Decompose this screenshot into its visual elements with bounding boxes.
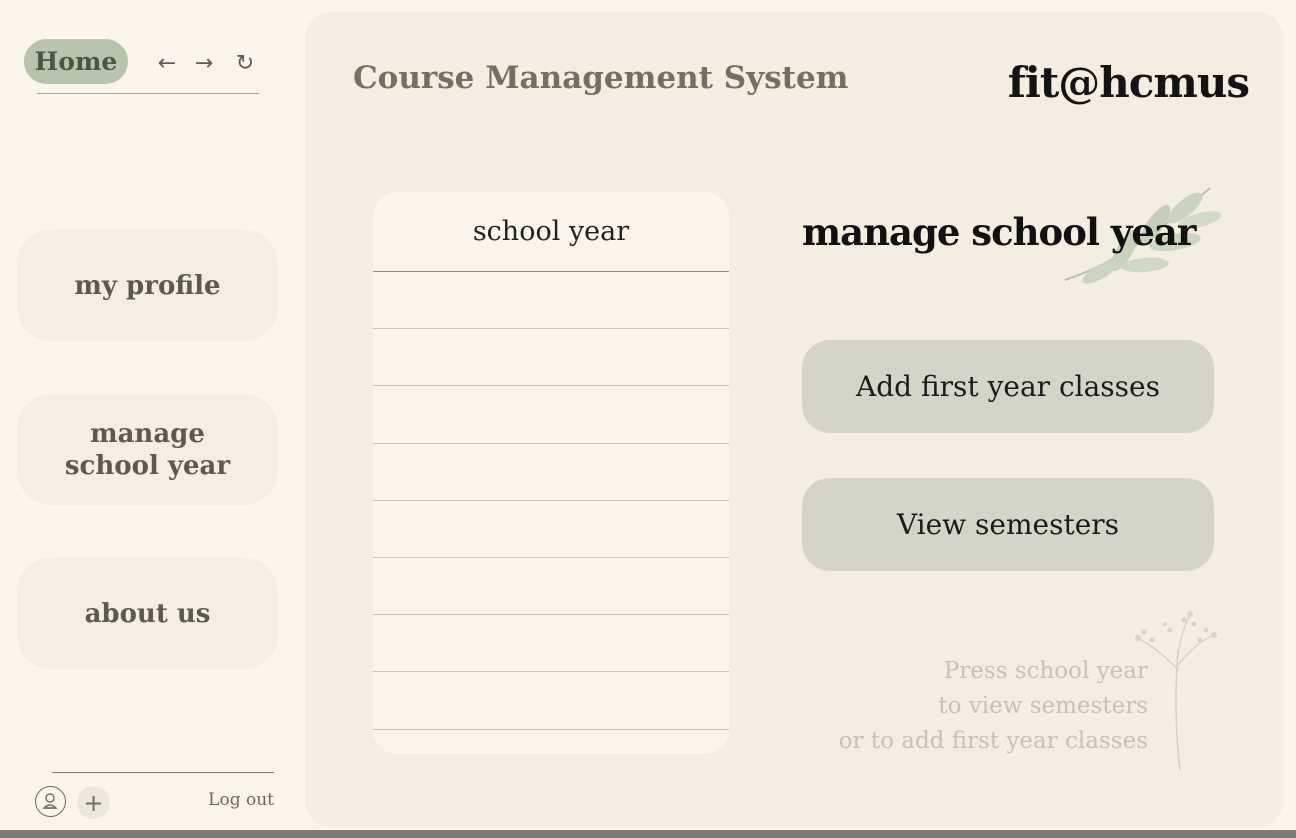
table-row[interactable] [373, 501, 729, 558]
back-arrow-icon[interactable]: ← [155, 50, 179, 76]
table-row[interactable] [373, 386, 729, 444]
table-row[interactable] [373, 444, 729, 501]
school-year-table: school year [373, 192, 729, 754]
hint-text: Press school year to view semesters or t… [838, 658, 1148, 754]
table-row[interactable] [373, 329, 729, 387]
sidebar: Home ← → ↻ my profile manage school year… [0, 0, 300, 838]
table-row[interactable] [373, 672, 729, 730]
reload-icon[interactable]: ↻ [233, 50, 257, 76]
table-row[interactable] [373, 615, 729, 673]
add-button[interactable]: + [77, 786, 110, 819]
table-row[interactable] [373, 272, 729, 330]
nav-divider [37, 93, 259, 94]
view-semesters-button[interactable]: View semesters [802, 478, 1214, 571]
brand-logo: fit@hcmus [1007, 58, 1250, 107]
table-row[interactable] [373, 558, 729, 616]
footer-divider [52, 772, 274, 773]
app-title: Course Management System [353, 60, 849, 96]
home-button[interactable]: Home [24, 39, 128, 84]
sidebar-item-manage-school-year[interactable]: manage school year [17, 394, 278, 505]
section-title: manage school year [802, 210, 1196, 254]
bottom-strip [0, 830, 1296, 838]
user-avatar-icon[interactable] [35, 786, 66, 817]
logout-link[interactable]: Log out [190, 790, 274, 810]
forward-arrow-icon[interactable]: → [192, 50, 216, 76]
sidebar-item-about-us[interactable]: about us [17, 558, 278, 669]
sidebar-item-my-profile[interactable]: my profile [17, 230, 278, 341]
add-first-year-classes-button[interactable]: Add first year classes [802, 340, 1214, 433]
table-header: school year [373, 192, 729, 272]
